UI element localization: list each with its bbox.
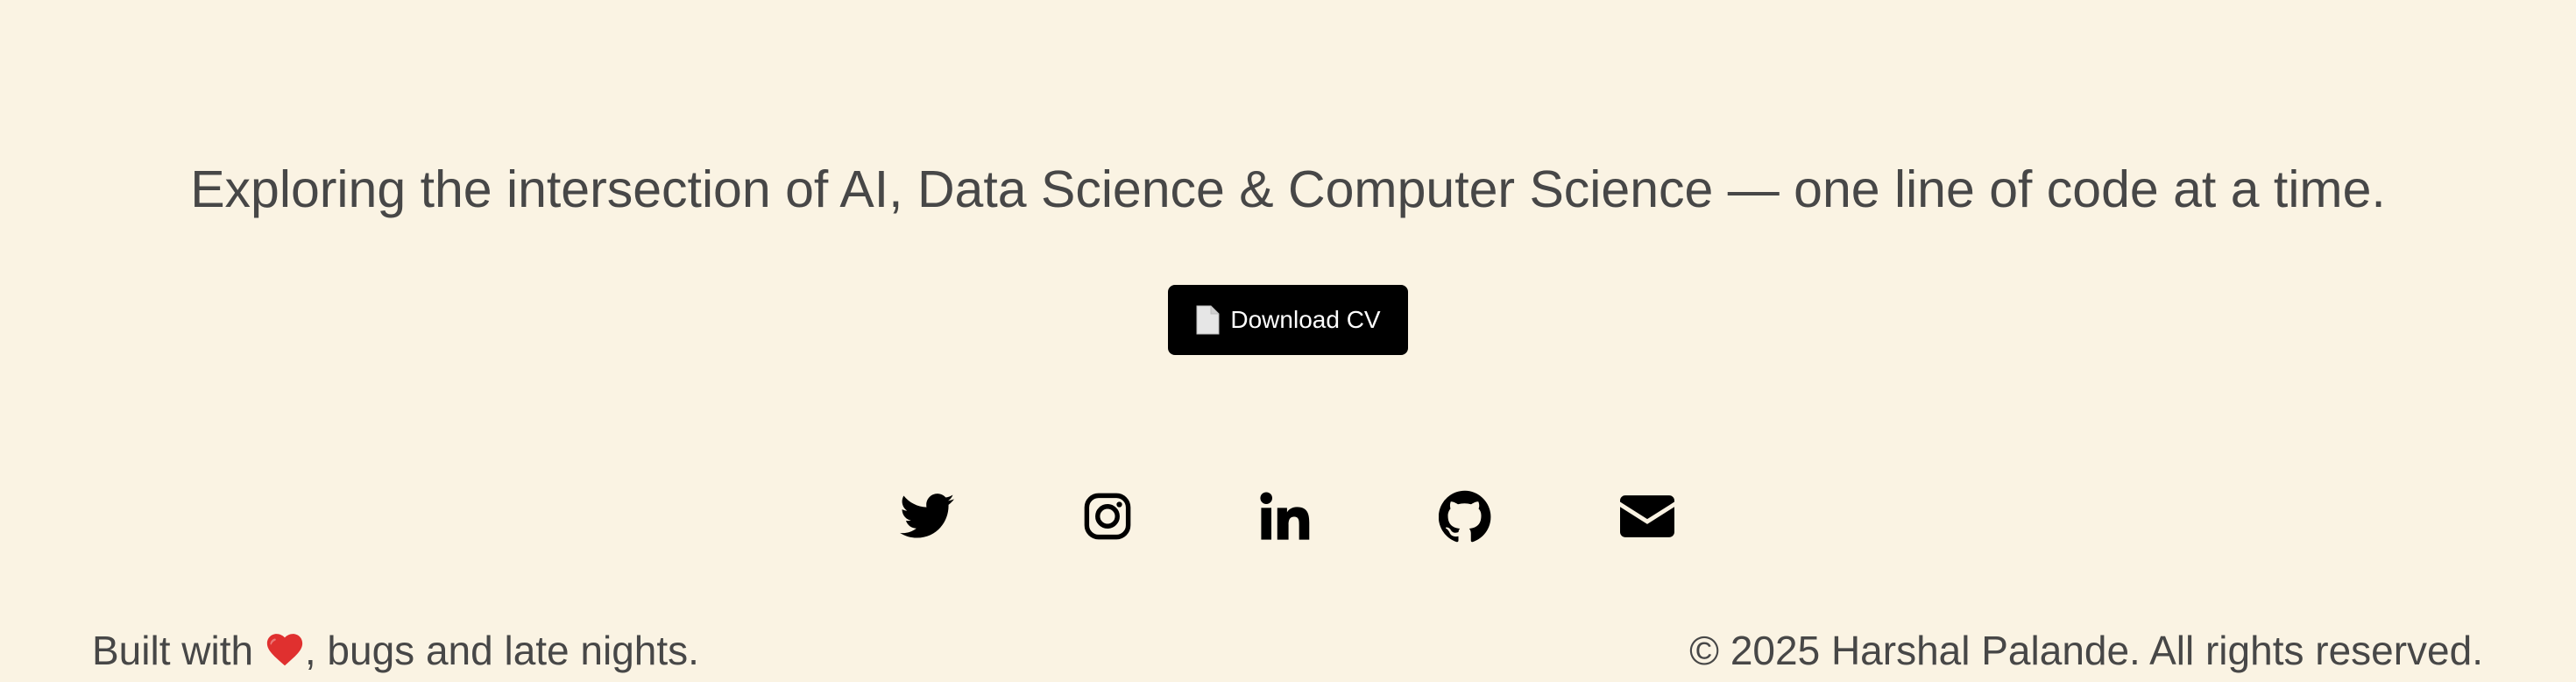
social-links bbox=[0, 487, 2576, 546]
twitter-icon bbox=[900, 494, 954, 539]
twitter-link[interactable] bbox=[897, 487, 957, 546]
download-cv-label: Download CV bbox=[1230, 306, 1381, 333]
hero-tagline: Exploring the intersection of AI, Data S… bbox=[190, 160, 2386, 218]
footer-copyright: © 2025 Harshal Palande. All rights reser… bbox=[1689, 628, 2483, 673]
linkedin-icon bbox=[1259, 491, 1310, 542]
built-prefix: Built with bbox=[92, 628, 265, 673]
github-link[interactable] bbox=[1435, 487, 1495, 546]
download-cv-button[interactable]: Download CV bbox=[1168, 285, 1408, 355]
mail-icon bbox=[1620, 495, 1674, 537]
heart-icon bbox=[265, 629, 305, 670]
instagram-icon bbox=[1084, 493, 1131, 540]
document-icon bbox=[1195, 305, 1220, 335]
footer-built-with: Built with , bugs and late nights. bbox=[92, 624, 699, 677]
github-icon bbox=[1439, 490, 1491, 543]
built-suffix: , bugs and late nights. bbox=[304, 628, 699, 673]
email-link[interactable] bbox=[1617, 487, 1677, 546]
linkedin-link[interactable] bbox=[1255, 487, 1314, 546]
instagram-link[interactable] bbox=[1078, 487, 1137, 546]
